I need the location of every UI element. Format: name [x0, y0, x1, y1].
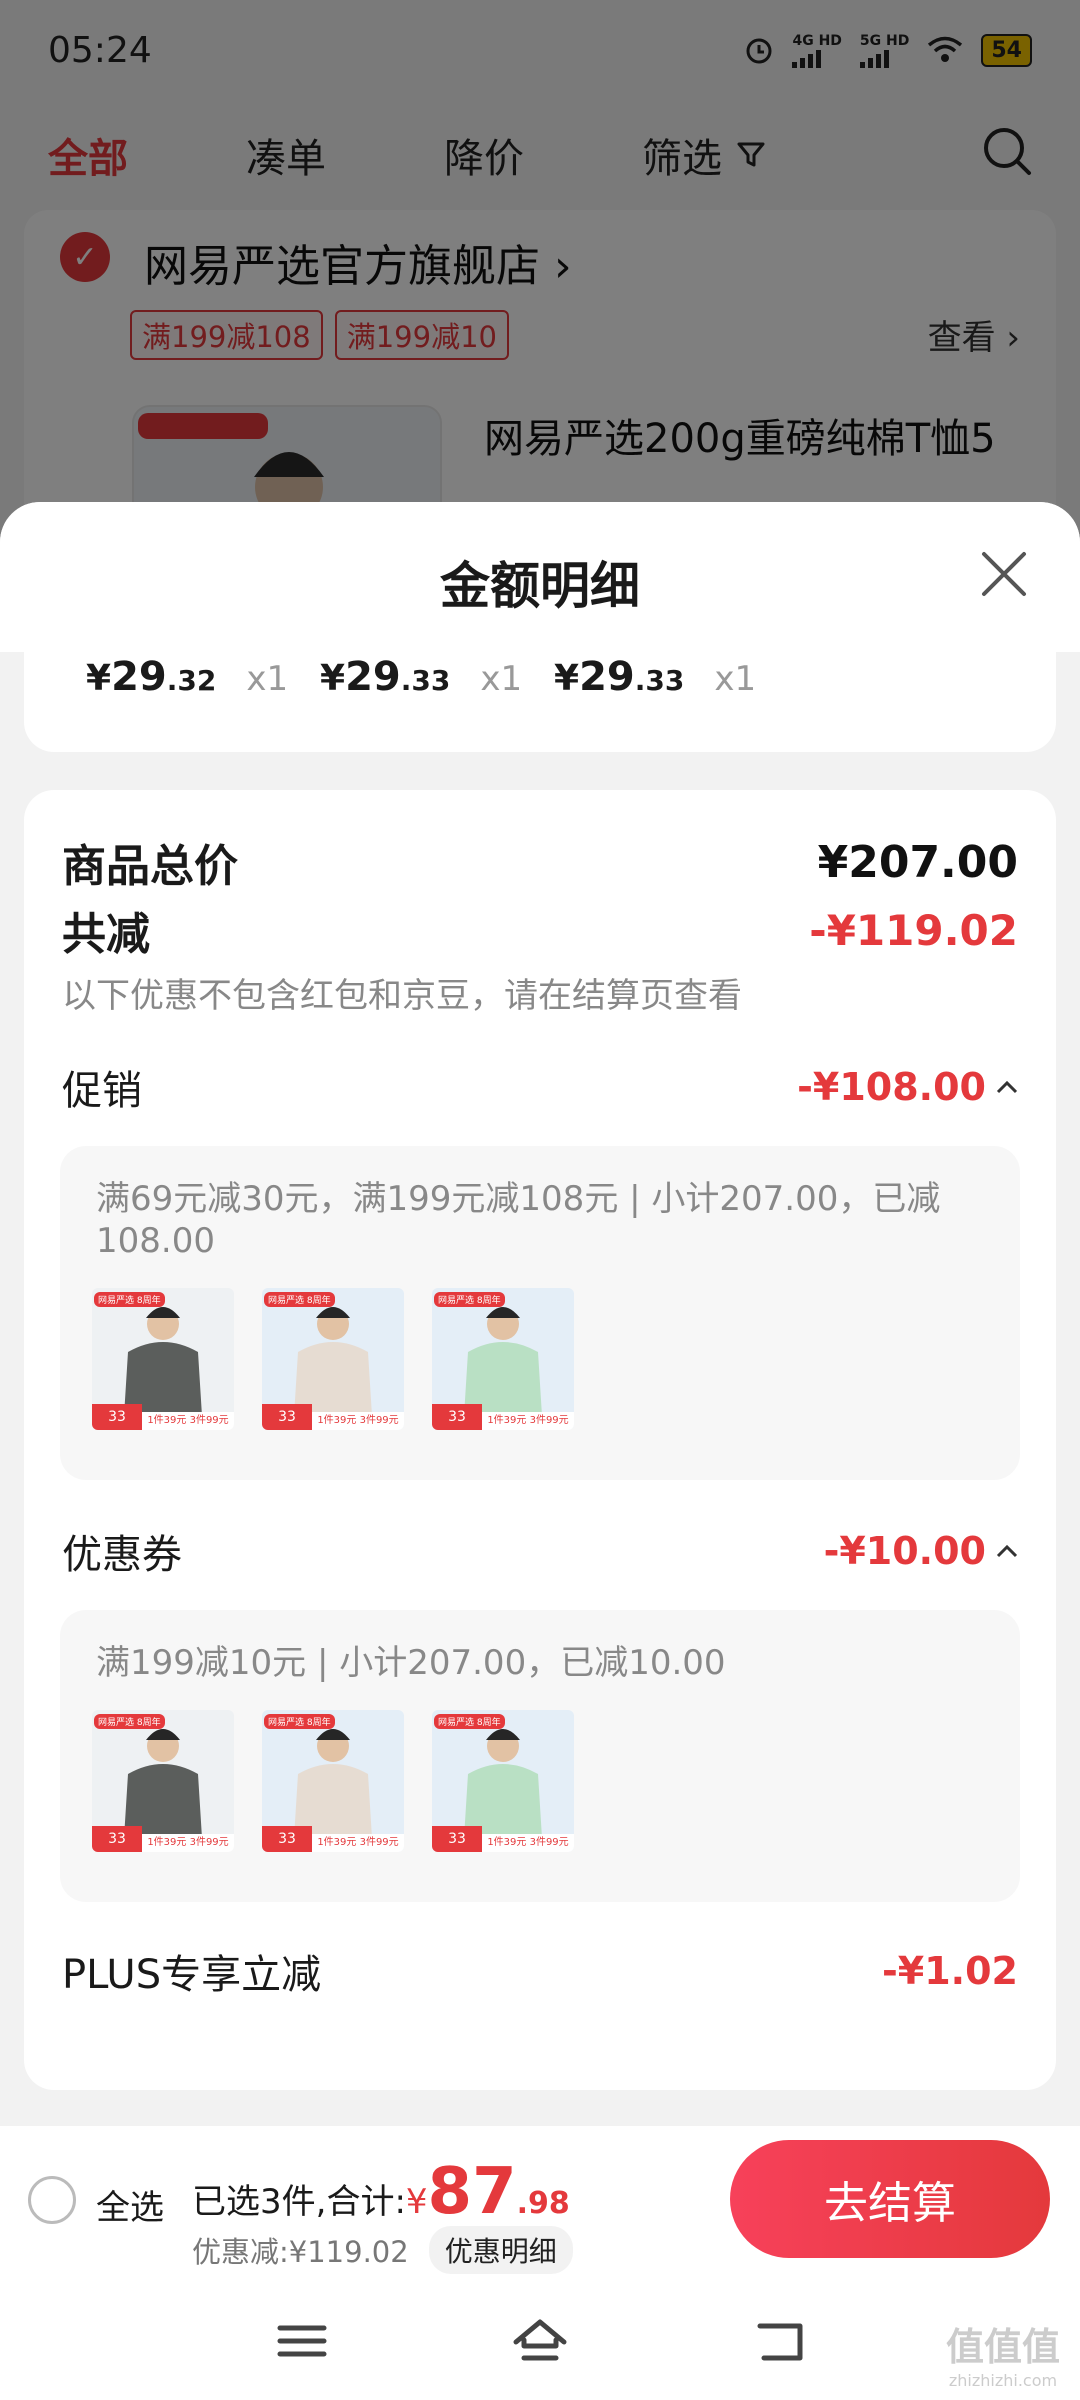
unit-price-card: ¥29.32 x1 ¥29.33 x1 ¥29.33 x1 [24, 652, 1056, 752]
select-all-label[interactable]: 全选 [96, 2180, 164, 2229]
sheet-header: 金额明细 [0, 502, 1080, 652]
brand-logo: 网易严选 8周年 [264, 1292, 335, 1307]
menu-icon[interactable] [272, 2316, 332, 2366]
close-icon[interactable] [978, 548, 1030, 600]
chevron-up-icon [996, 1544, 1018, 1558]
promotion-desc: 满69元减30元，满199元减108元 | 小计207.00，已减108.00 [96, 1179, 941, 1261]
total-row: 商品总价 ¥207.00 [62, 830, 1018, 894]
coupon-box: 满199减10元 | 小计207.00，已减10.00 网易严选 8周年 33 1件… [60, 1610, 1020, 1902]
brand-logo: 网易严选 8周年 [264, 1714, 335, 1729]
plus-label: PLUS专享立减 [62, 1952, 322, 1998]
brand-logo: 网易严选 8周年 [94, 1292, 165, 1307]
promo-strip: 1件39元 3件99元 [482, 1834, 574, 1852]
promo-strip: 1件39元 3件99元 [142, 1412, 234, 1430]
product-thumbnail[interactable]: 网易严选 8周年 33 1件39元 3件99元 [262, 1710, 404, 1852]
price-badge: 33 [92, 1826, 142, 1852]
system-nav-bar [0, 2274, 1080, 2400]
coupon-desc: 满199减10元 | 小计207.00，已减10.00 [96, 1643, 726, 1683]
price-badge: 33 [262, 1404, 312, 1430]
total-label: 商品总价 [62, 841, 238, 892]
coupon-row[interactable]: 优惠券 -¥10.00 [62, 1522, 1018, 1580]
price-badge: 33 [432, 1826, 482, 1852]
brand-logo: 网易严选 8周年 [434, 1292, 505, 1307]
reduce-row: 共减 -¥119.02 [62, 898, 1018, 962]
product-thumbnail[interactable]: 网易严选 8周年 33 1件39元 3件99元 [432, 1288, 574, 1430]
unit-price: ¥29.32 x1 [86, 654, 289, 700]
coupon-thumbs: 网易严选 8周年 33 1件39元 3件99元 网易严选 8周年 33 1件39元 3件9… [92, 1710, 574, 1852]
sheet-title: 金额明细 [440, 557, 640, 615]
reduce-value: -¥119.02 [809, 905, 1018, 955]
price-badge: 33 [432, 1404, 482, 1430]
plus-value: -¥1.02 [882, 1949, 1018, 1993]
amount-detail-card: 商品总价 ¥207.00 共减 -¥119.02 以下优惠不包含红包和京豆，请在… [24, 790, 1056, 2090]
cart-bar: 全选 已选3件,合计: ¥87.98 优惠减:¥119.02 优惠明细 去结算 [0, 2126, 1080, 2274]
checkout-button[interactable]: 去结算 [730, 2140, 1050, 2258]
promo-strip: 1件39元 3件99元 [482, 1412, 574, 1430]
unit-price: ¥29.33 x1 [320, 654, 523, 700]
reduce-note: 以下优惠不包含红包和京豆，请在结算页查看 [62, 976, 742, 1016]
promo-strip: 1件39元 3件99元 [142, 1834, 234, 1852]
cart-total: 已选3件,合计: ¥87.98 [192, 2155, 570, 2229]
brand-logo: 网易严选 8周年 [434, 1714, 505, 1729]
promo-strip: 1件39元 3件99元 [312, 1412, 404, 1430]
unit-price: ¥29.33 x1 [554, 654, 757, 700]
cart-saved: 优惠减:¥119.02 优惠明细 [192, 2226, 573, 2274]
product-thumbnail[interactable]: 网易严选 8周年 33 1件39元 3件99元 [432, 1710, 574, 1852]
brand-logo: 网易严选 8周年 [94, 1714, 165, 1729]
coupon-value: -¥10.00 [824, 1529, 1018, 1573]
product-thumbnail[interactable]: 网易严选 8周年 33 1件39元 3件99元 [92, 1288, 234, 1430]
promotion-label: 促销 [62, 1068, 142, 1114]
watermark: 值值值 zhizhizhi.com [945, 2325, 1060, 2390]
home-icon[interactable] [510, 2316, 570, 2366]
back-icon[interactable] [752, 2316, 812, 2366]
select-all-radio[interactable] [28, 2176, 76, 2224]
promotion-box: 满69元减30元，满199元减108元 | 小计207.00，已减108.00 … [60, 1146, 1020, 1480]
price-badge: 33 [92, 1404, 142, 1430]
price-badge: 33 [262, 1826, 312, 1852]
plus-row: PLUS专享立减 -¥1.02 [62, 1942, 1018, 2000]
chevron-up-icon [996, 1080, 1018, 1094]
promotion-value: -¥108.00 [797, 1065, 1018, 1109]
promotion-row[interactable]: 促销 -¥108.00 [62, 1058, 1018, 1116]
product-thumbnail[interactable]: 网易严选 8周年 33 1件39元 3件99元 [92, 1710, 234, 1852]
coupon-label: 优惠券 [62, 1532, 182, 1578]
reduce-label: 共减 [62, 909, 150, 960]
total-value: ¥207.00 [817, 836, 1018, 888]
product-thumbnail[interactable]: 网易严选 8周年 33 1件39元 3件99元 [262, 1288, 404, 1430]
promotion-thumbs: 网易严选 8周年 33 1件39元 3件99元 网易严选 8周年 33 1件39元 3件9… [92, 1288, 574, 1430]
amount-detail-sheet: 金额明细 ¥29.32 x1 ¥29.33 x1 ¥29.33 x1 商品总价 ¥20… [0, 502, 1080, 2400]
discount-detail-button[interactable]: 优惠明细 [428, 2226, 573, 2274]
promo-strip: 1件39元 3件99元 [312, 1834, 404, 1852]
